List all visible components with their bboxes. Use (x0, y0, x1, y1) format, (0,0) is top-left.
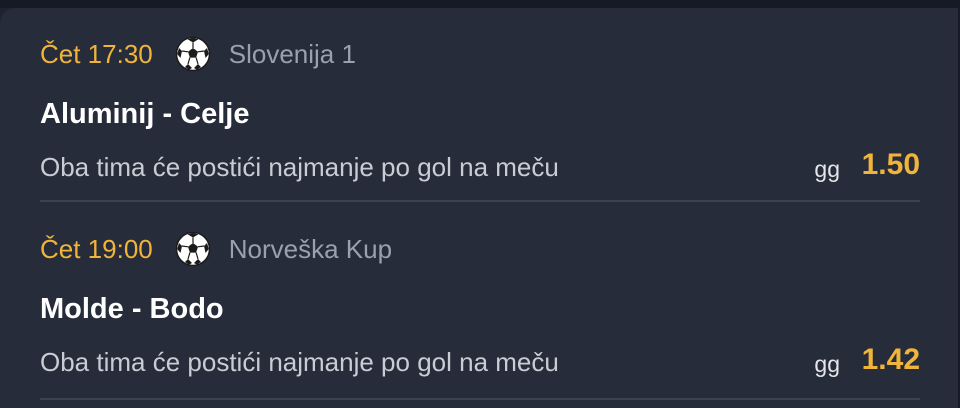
top-edge (0, 0, 960, 8)
match-teams: Aluminij - Celje (40, 98, 250, 130)
match-meta: Čet 19:00 Norveška Kup (40, 227, 392, 271)
divider (40, 398, 920, 400)
divider (40, 200, 920, 202)
match-time: Čet 19:00 (40, 233, 153, 264)
bet-code: gg (814, 351, 840, 377)
match-time: Čet 17:30 (40, 38, 153, 69)
match-teams: Molde - Bodo (40, 293, 224, 325)
league-name: Slovenija 1 (228, 38, 356, 69)
bet-pick-description: Oba tima će postići najmanje po gol na m… (40, 152, 559, 182)
league-name: Norveška Kup (228, 233, 393, 264)
soccer-ball-icon (175, 231, 211, 267)
match-meta: Čet 17:30 Slovenija 1 (40, 32, 356, 76)
bet-code: gg (814, 156, 840, 182)
soccer-ball-icon (175, 36, 211, 72)
bet-slip-card: Čet 17:30 Slovenija 1 Aluminij - Celje O… (0, 8, 960, 408)
match-item[interactable]: Čet 19:00 Norveška Kup Molde - Bodo Oba … (40, 227, 920, 397)
bet-pick-description: Oba tima će postići najmanje po gol na m… (40, 347, 559, 377)
bet-odd: 1.42 (861, 343, 920, 376)
ticket-screen: Čet 17:30 Slovenija 1 Aluminij - Celje O… (0, 0, 960, 408)
match-item[interactable]: Čet 17:30 Slovenija 1 Aluminij - Celje O… (40, 32, 920, 202)
bet-odd: 1.50 (861, 148, 920, 181)
